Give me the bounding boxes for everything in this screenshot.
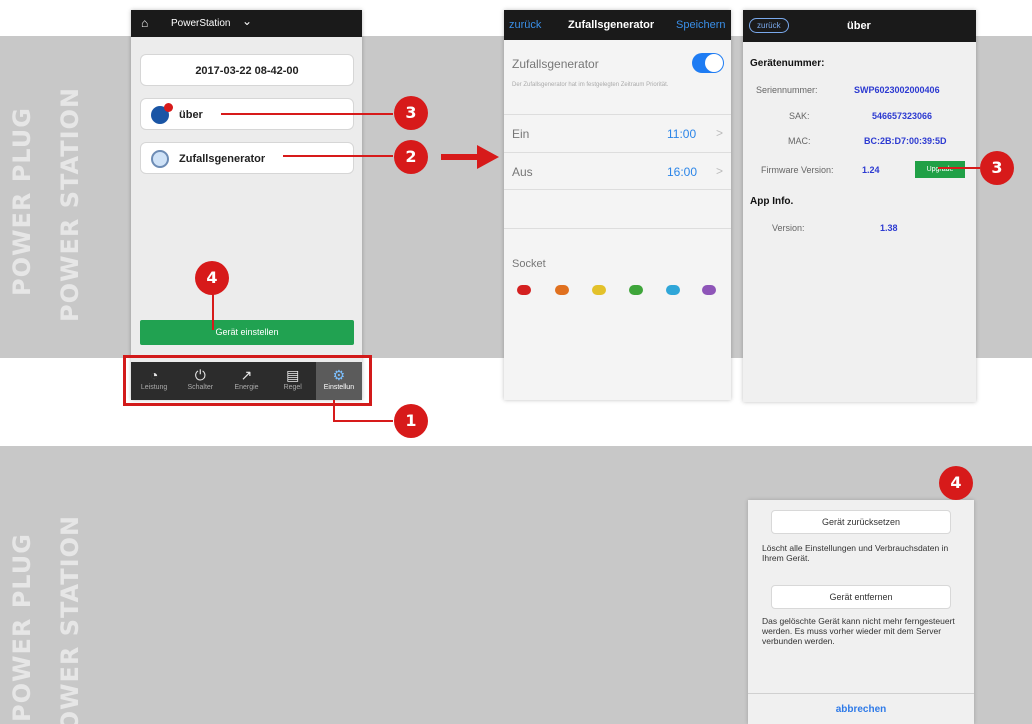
device-number-heading: Gerätenummer: (750, 58, 825, 69)
cancel-button[interactable]: abbrechen (748, 704, 974, 715)
callout-marker-4: 4 (195, 261, 229, 295)
random-generator-title: Zufallsgenerator (568, 19, 655, 31)
arrow-right-icon (477, 145, 499, 169)
info-badge-icon (151, 103, 173, 124)
app-header: ⌂ PowerStation ⌄ (131, 10, 362, 37)
off-time-label: Aus (512, 165, 533, 179)
socket-5-icon[interactable] (666, 285, 680, 295)
app-info-heading: App Info. (750, 196, 794, 207)
chevron-right-icon: > (716, 126, 724, 140)
side-label-power-plug-bottom: POWER PLUG (8, 533, 36, 722)
callout-line-3 (221, 113, 393, 115)
arrow-shaft (441, 154, 479, 160)
mac-value: BC:2B:D7:00:39:5D (864, 136, 947, 146)
random-generator-row[interactable]: Zufallsgenerator (140, 142, 354, 174)
serial-label: Seriennummer: (756, 85, 818, 95)
random-generator-toggle[interactable] (692, 53, 724, 73)
device-action-dialog: Gerät zurücksetzen Löscht alle Einstellu… (748, 500, 974, 724)
device-setup-button[interactable]: Gerät einstellen (140, 320, 354, 345)
callout-marker-2: 2 (394, 140, 428, 174)
settings-body: 2017-03-22 08-42-00 über Zufallsgenerato… (131, 37, 362, 362)
random-generator-row-label: Zufallsgenerator (179, 153, 266, 165)
on-time-row[interactable]: Ein 11:00 > (504, 114, 731, 152)
random-generator-toggle-label: Zufallsgenerator (512, 57, 599, 71)
phone-screen-random-generator: zurück Zufallsgenerator Speichern Zufall… (504, 10, 731, 400)
phone-screen-main: ⌂ PowerStation ⌄ 2017-03-22 08-42-00 übe… (131, 10, 363, 400)
serial-value: SWP6023002000406 (854, 85, 940, 95)
reset-device-button[interactable]: Gerät zurücksetzen (771, 510, 951, 534)
divider (504, 228, 731, 229)
save-button[interactable]: Speichern (676, 19, 726, 31)
callout-line-3-right (938, 167, 980, 169)
mac-label: MAC: (788, 136, 811, 146)
socket-label: Socket (512, 258, 546, 270)
phone-screen-about: zurück über Gerätenummer: Seriennummer: … (743, 10, 976, 402)
back-button[interactable]: zurück (749, 18, 789, 33)
app-version-label: Version: (772, 223, 805, 233)
socket-3-icon[interactable] (592, 285, 606, 295)
upgrade-button[interactable]: Upgrade (915, 161, 965, 178)
on-time-label: Ein (512, 127, 530, 141)
socket-2-icon[interactable] (555, 285, 569, 295)
callout-line-4 (212, 290, 214, 330)
about-row-label: über (179, 109, 203, 121)
sak-label: SAK: (789, 111, 810, 121)
home-icon[interactable]: ⌂ (141, 16, 148, 30)
remove-device-button[interactable]: Gerät entfernen (771, 585, 951, 609)
remove-description: Das gelöschte Gerät kann nicht mehr fern… (762, 616, 955, 646)
side-label-power-plug-top: POWER PLUG (8, 107, 36, 296)
callout-marker-3-right: 3 (980, 151, 1014, 185)
about-title: über (847, 20, 871, 32)
socket-6-icon[interactable] (702, 285, 716, 295)
side-label-power-station-top: POWER STATION (56, 87, 84, 322)
firmware-label: Firmware Version: (761, 165, 834, 175)
callout-marker-3: 3 (394, 96, 428, 130)
callout-marker-4-bottom: 4 (939, 466, 973, 500)
about-header: zurück über (743, 10, 976, 42)
random-generator-description: Der Zufallsgenerator hat im festgelegten… (512, 82, 669, 88)
random-generator-icon (151, 150, 169, 168)
callout-marker-1: 1 (394, 404, 428, 438)
socket-4-icon[interactable] (629, 285, 643, 295)
socket-1-icon[interactable] (517, 285, 531, 295)
firmware-value: 1.24 (862, 165, 880, 175)
off-time-value: 16:00 (667, 165, 698, 179)
callout-line-1-horizontal (333, 420, 393, 422)
back-button[interactable]: zurück (509, 19, 541, 31)
side-label-power-station-bottom: POWER STATION (56, 515, 84, 724)
sak-value: 546657323066 (872, 111, 933, 121)
chevron-right-icon: > (716, 164, 724, 178)
on-time-value: 11:00 (667, 127, 697, 141)
reset-description: Löscht alle Einstellungen und Verbrauchs… (762, 543, 949, 563)
datetime-display[interactable]: 2017-03-22 08-42-00 (140, 54, 354, 86)
random-generator-header: zurück Zufallsgenerator Speichern (504, 10, 731, 40)
callout-line-1-vertical (333, 400, 335, 421)
off-time-row[interactable]: Aus 16:00 > (504, 152, 731, 190)
app-version-value: 1.38 (880, 223, 898, 233)
callout-line-2 (283, 155, 393, 157)
manual-page: POWER PLUG POWER STATION POWER PLUG POWE… (0, 0, 1032, 724)
divider (748, 693, 974, 694)
tab-bar-highlight-outline (123, 355, 372, 406)
device-selector-title[interactable]: PowerStation (171, 18, 230, 29)
chevron-down-icon[interactable]: ⌄ (242, 14, 252, 28)
